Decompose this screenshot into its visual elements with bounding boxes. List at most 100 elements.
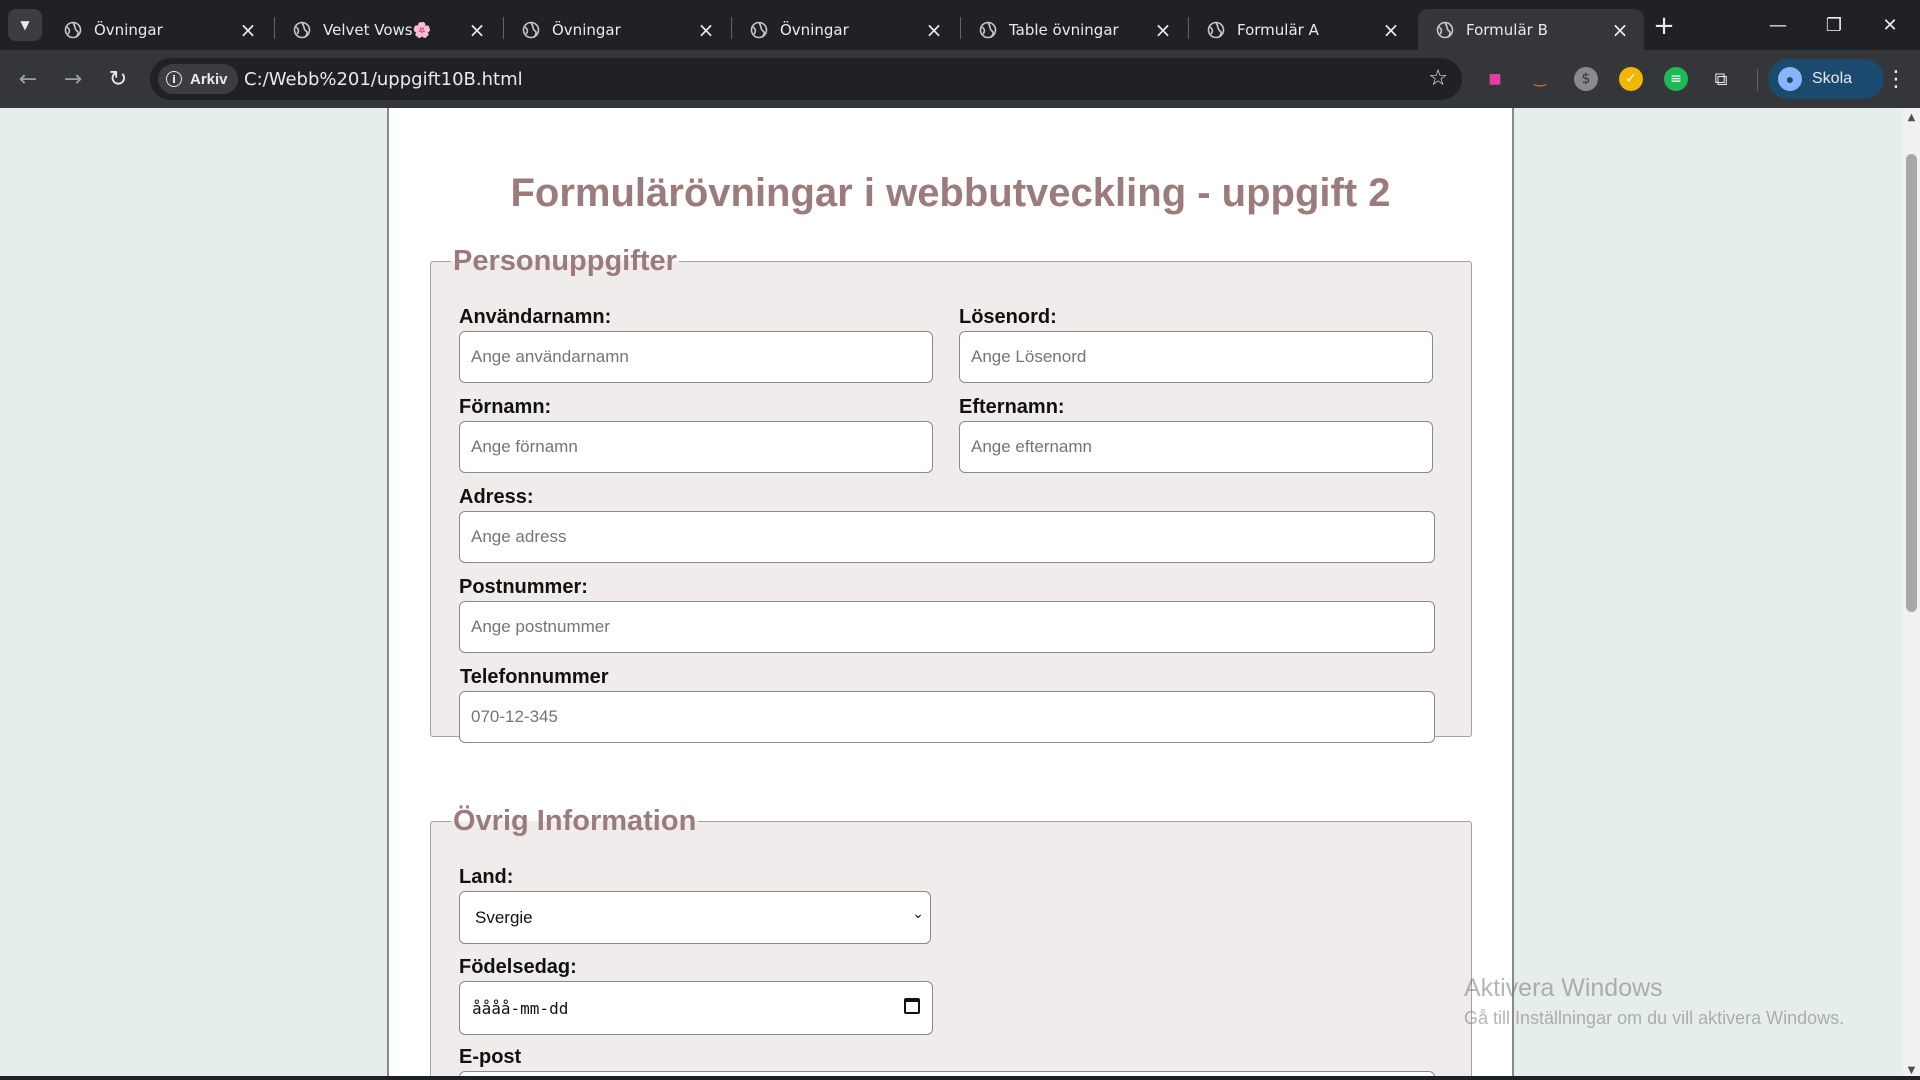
address-input[interactable] — [459, 511, 1435, 563]
close-window-button[interactable]: ✕ — [1862, 0, 1918, 50]
close-icon[interactable]: × — [1153, 18, 1173, 42]
smile-extension-icon[interactable]: ‿ — [1528, 67, 1552, 91]
globe-icon — [750, 21, 768, 38]
restore-button[interactable]: ❐ — [1806, 0, 1862, 50]
page-container: Formulärövningar i webbutveckling - uppg… — [387, 108, 1514, 1080]
globe-icon — [64, 21, 82, 38]
menu-kebab-icon[interactable]: ⋮ — [1880, 63, 1912, 95]
address-bar[interactable]: i Arkiv C:/Webb%201/uppgift10B.html ☆ — [150, 58, 1462, 100]
page-title: Formulärövningar i webbutveckling - uppg… — [510, 171, 1391, 215]
globe-icon — [522, 21, 540, 38]
reload-icon: ↻ — [108, 66, 128, 92]
tab-ovningar-3[interactable]: Övningar × — [732, 9, 958, 50]
lastname-label: Efternamn: — [959, 396, 1065, 418]
tab-title: Table övningar — [1009, 20, 1119, 39]
country-label: Land: — [459, 866, 514, 888]
arrow-left-icon: ← — [18, 66, 38, 92]
personal-info-legend: Personuppgifter — [453, 245, 677, 277]
video-extension-icon[interactable]: ■ — [1483, 67, 1507, 91]
avatar: ● — [1778, 67, 1802, 91]
toolbar-divider — [1757, 69, 1758, 91]
close-icon[interactable]: × — [1610, 18, 1630, 42]
firstname-label: Förnamn: — [459, 396, 552, 418]
page-scrollbar[interactable]: ▲ ▼ — [1903, 108, 1920, 1080]
windows-activation-subtitle: Gå till Inställningar om du vill aktiver… — [1464, 1008, 1845, 1028]
new-tab-button[interactable]: + — [1648, 10, 1680, 42]
tab-title: Velvet Vows🌸 — [323, 20, 432, 39]
tab-ovningar-2[interactable]: Övningar × — [504, 9, 730, 50]
globe-icon — [1436, 21, 1454, 38]
check-extension-icon[interactable]: ✓ — [1619, 67, 1643, 91]
restore-icon: ❐ — [1825, 14, 1843, 36]
phone-input[interactable] — [459, 691, 1435, 743]
page-viewport: Formulärövningar i webbutveckling - uppg… — [0, 108, 1903, 1080]
birthday-date-value: åååå-mm-dd — [472, 998, 569, 1018]
tab-title: Övningar — [94, 20, 163, 39]
tab-velvet-vows[interactable]: Velvet Vows🌸 × — [275, 9, 501, 50]
close-icon[interactable]: × — [924, 18, 944, 42]
zip-label: Postnummer: — [459, 576, 588, 598]
email-label: E-post — [459, 1046, 522, 1068]
globe-icon — [979, 21, 997, 38]
window-bottom-border — [0, 1076, 1920, 1080]
password-label: Lösenord: — [959, 306, 1057, 328]
arrow-right-icon: → — [63, 66, 83, 92]
country-select[interactable]: Svergie ⌄ — [459, 891, 931, 944]
bookmark-star-icon[interactable]: ☆ — [1428, 66, 1448, 91]
site-info-chip[interactable]: i Arkiv — [158, 64, 238, 94]
scroll-down-arrow-icon[interactable]: ▼ — [1906, 1065, 1917, 1076]
chip-label: Arkiv — [190, 70, 228, 88]
close-icon[interactable]: × — [696, 18, 716, 42]
chevron-down-icon: ▼ — [20, 18, 30, 32]
disabled-extension-icon[interactable]: $ — [1574, 67, 1598, 91]
close-icon[interactable]: × — [467, 18, 487, 42]
reload-button[interactable]: ↻ — [102, 63, 134, 95]
address-label: Adress: — [459, 486, 534, 508]
password-input[interactable] — [959, 331, 1433, 383]
country-select-value: Svergie — [475, 907, 533, 927]
plus-icon: + — [1653, 11, 1675, 41]
profile-label: Skola — [1812, 70, 1853, 87]
tab-title: Formulär B — [1466, 20, 1548, 39]
minimize-icon: — — [1769, 14, 1787, 36]
close-icon[interactable]: × — [1381, 18, 1401, 42]
url-text[interactable]: C:/Webb%201/uppgift10B.html — [244, 69, 523, 90]
tab-title: Övningar — [780, 20, 849, 39]
info-icon: i — [166, 71, 182, 87]
birthday-label: Födelsedag: — [459, 956, 577, 978]
close-icon: ✕ — [1882, 14, 1898, 36]
username-input[interactable] — [459, 331, 933, 383]
personal-info-fieldset: Personuppgifter Användarnamn: Lösenord: … — [430, 245, 1472, 743]
back-button[interactable]: ← — [12, 63, 44, 95]
username-label: Användarnamn: — [459, 306, 612, 328]
tab-title: Övningar — [552, 20, 621, 39]
globe-icon — [293, 21, 311, 38]
forward-button[interactable]: → — [57, 63, 89, 95]
tab-strip: ▼ Övningar × Velvet Vows🌸 × Övningar × Ö… — [0, 0, 1920, 50]
birthday-date-input[interactable]: åååå-mm-dd — [459, 981, 933, 1035]
calendar-icon[interactable] — [904, 998, 920, 1014]
other-info-legend: Övrig Information — [453, 805, 697, 837]
tab-formular-b[interactable]: Formulär B × — [1418, 9, 1644, 50]
tab-formular-a[interactable]: Formulär A × — [1189, 9, 1415, 50]
browser-toolbar: ← → ↻ i Arkiv C:/Webb%201/uppgift10B.htm… — [0, 50, 1920, 108]
other-info-fieldset: Övrig Information Land: Svergie ⌄ Födels… — [430, 805, 1472, 1080]
globe-icon — [1207, 21, 1225, 38]
firstname-input[interactable] — [459, 421, 933, 473]
zip-input[interactable] — [459, 601, 1435, 653]
tab-search-button[interactable]: ▼ — [8, 9, 42, 41]
scroll-up-arrow-icon[interactable]: ▲ — [1906, 112, 1917, 123]
chevron-down-icon: ⌄ — [912, 906, 924, 922]
phone-label: Telefonnummer — [460, 666, 609, 688]
green-extension-icon[interactable]: ≡ — [1664, 67, 1688, 91]
scrollbar-thumb[interactable] — [1906, 154, 1917, 612]
tab-table-ovningar[interactable]: Table övningar × — [961, 9, 1187, 50]
tab-title: Formulär A — [1237, 20, 1319, 39]
minimize-button[interactable]: — — [1750, 0, 1806, 50]
profile-button[interactable]: ● Skola — [1768, 59, 1884, 99]
lastname-input[interactable] — [959, 421, 1433, 473]
extensions-puzzle-icon[interactable]: ⧉ — [1709, 67, 1733, 91]
windows-activation-title: Aktivera Windows — [1464, 974, 1663, 1002]
tab-ovningar-1[interactable]: Övningar × — [46, 9, 272, 50]
close-icon[interactable]: × — [238, 18, 258, 42]
